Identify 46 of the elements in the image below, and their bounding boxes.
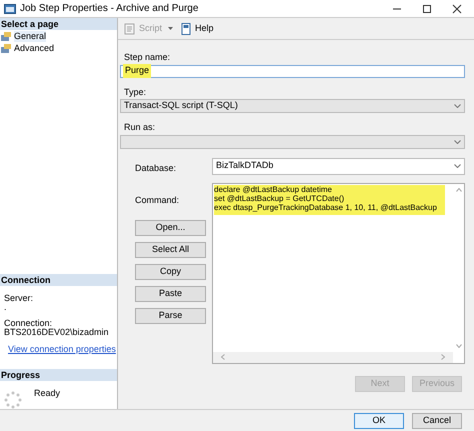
page-item[interactable]: General xyxy=(14,30,46,42)
toolbar-button[interactable]: Help xyxy=(179,20,216,38)
step-name-value: Purge xyxy=(123,64,152,78)
field-label: Command: xyxy=(135,194,180,208)
server-label: Server: xyxy=(4,294,34,304)
page-item[interactable]: Advanced xyxy=(14,42,54,54)
server-value: . xyxy=(4,303,8,312)
chevron-down-icon xyxy=(454,164,461,168)
field-label: Step name: xyxy=(124,51,172,64)
progress-status: Ready xyxy=(34,387,60,400)
command-text: declare @dtLastBackup datetime set @dtLastBackup = GetUTCDate() exec dtasp_PurgeTrackingDatabase 1, 10, 11, @dtLastBackup xyxy=(214,184,445,215)
type-dropdown[interactable]: Transact-SQL script (T-SQL) xyxy=(120,99,465,114)
dialog-button[interactable]: Cancel xyxy=(412,412,462,429)
page-icon xyxy=(1,44,11,53)
scroll-right-icon[interactable] xyxy=(441,354,445,360)
section-header: Connection xyxy=(0,274,117,286)
chevron-down-icon xyxy=(454,104,461,108)
field-label: Type: xyxy=(124,86,148,99)
window-title: Job Step Properties - Archive and Purge xyxy=(20,2,198,16)
command-button[interactable]: Open... xyxy=(135,220,206,236)
run-as-dropdown[interactable] xyxy=(120,134,465,149)
section-header: Select a page xyxy=(0,18,117,30)
close-icon[interactable] xyxy=(452,4,462,14)
scroll-up-icon[interactable] xyxy=(456,188,462,192)
connection-properties-link[interactable]: View connection properties xyxy=(8,345,116,354)
command-button[interactable]: Paste xyxy=(135,286,206,302)
dialog-button[interactable]: OK xyxy=(354,412,404,429)
section-header: Progress xyxy=(0,369,117,382)
window-app-icon xyxy=(4,2,16,15)
scroll-left-icon[interactable] xyxy=(221,354,225,360)
command-button[interactable]: Parse xyxy=(135,308,206,324)
chevron-down-icon xyxy=(454,140,461,144)
database-dropdown[interactable]: BizTalkDTADb xyxy=(212,158,465,175)
step-name-field[interactable]: Purge xyxy=(120,64,465,78)
connection-label: Connection: xyxy=(4,319,54,328)
connection-value: BTS2016DEV02\bizadmin xyxy=(4,328,110,338)
script-icon xyxy=(124,22,136,35)
command-button[interactable]: Select All xyxy=(135,242,206,258)
scroll-down-icon[interactable] xyxy=(456,344,462,348)
maximize-icon[interactable] xyxy=(422,4,432,14)
command-button[interactable]: Copy xyxy=(135,264,206,280)
command-editor[interactable]: declare @dtLastBackup datetime set @dtLastBackup = GetUTCDate() exec dtasp_PurgeTrackingDatabase 1, 10, 11, @dtLastBackup xyxy=(212,182,465,364)
field-label: Run as: xyxy=(124,121,156,134)
help-document-icon xyxy=(181,22,192,35)
field-label: Database: xyxy=(135,162,178,175)
page-icon xyxy=(1,32,11,41)
